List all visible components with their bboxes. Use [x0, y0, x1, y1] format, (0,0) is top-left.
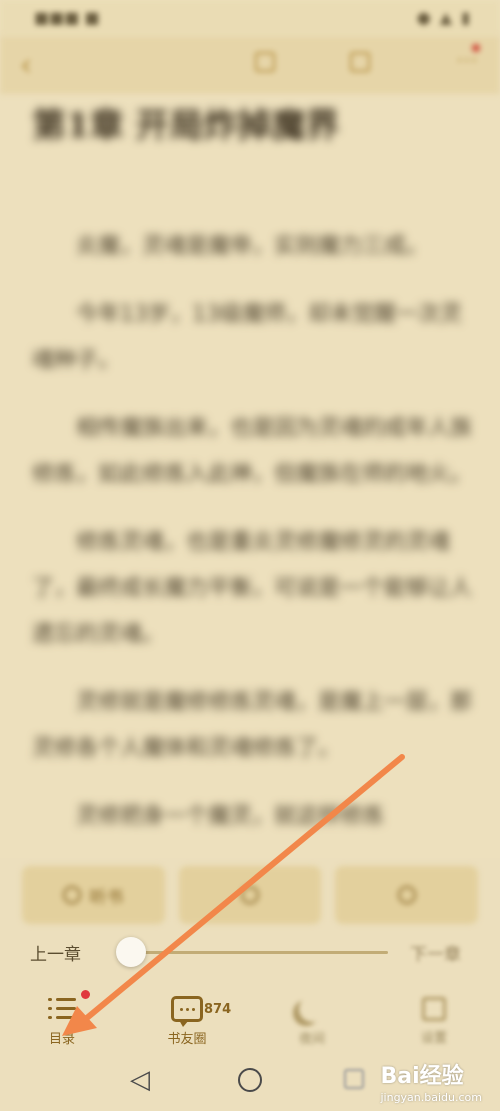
progress-slider-track[interactable] [120, 951, 388, 954]
community-count-badge: 874 [204, 1002, 232, 1017]
paragraph: 灵修就是魔修修炼灵魂，是魔上一层，那灵修各个人魔体和灵魂修炼了。 [32, 690, 473, 761]
listen-label: 听书 [89, 887, 124, 908]
moon-icon [299, 996, 325, 1022]
nav-label-settings: 设置 [420, 1031, 447, 1046]
notification-dot [472, 44, 480, 52]
status-bar: ■■■ ■ ● ▲ ▮ [0, 0, 500, 36]
progress-slider-thumb[interactable] [115, 937, 146, 967]
watermark-logo: Bai经验 [380, 1064, 464, 1089]
nav-label-community: 书友圈 [167, 1032, 207, 1047]
nav-item-toc[interactable]: 目录 [12, 988, 112, 1058]
headphones-icon [63, 886, 82, 904]
home-circle-icon[interactable] [238, 1068, 262, 1092]
circle-icon [241, 886, 259, 904]
chapter-title: 第1章 开局炸掉魔界 [32, 106, 340, 146]
quick-actions-row: 听书 [22, 866, 479, 924]
recents-square-icon[interactable] [344, 1069, 364, 1089]
listen-button[interactable]: 听书 [22, 866, 165, 924]
next-chapter-button[interactable]: 下一章 [410, 940, 461, 965]
top-action-one[interactable] [255, 52, 275, 72]
baidu-jingyan-watermark: Bai经验 jingyan.baidu.com [380, 1058, 482, 1104]
chapter-content: 第1章 开局炸掉魔界 炎魔，灵魂是魔帝，实则魔力三成。 今年13岁，13级魔师，… [32, 96, 472, 840]
status-icons: ● ▲ ▮ [416, 8, 472, 27]
reader-screen: ■■■ ■ ● ▲ ▮ ‹ ⋯ 第1章 开局炸掉魔界 炎魔，灵魂是魔帝，实则魔力… [0, 0, 500, 1111]
top-action-two[interactable] [350, 52, 370, 72]
nav-item-settings[interactable]: 设置 [384, 988, 484, 1058]
circle-icon [397, 886, 416, 904]
reader-content-area[interactable]: ■■■ ■ ● ▲ ▮ ‹ ⋯ 第1章 开局炸掉魔界 炎魔，灵魂是魔帝，实则魔力… [0, 0, 500, 870]
nav-item-community[interactable]: 书友圈 [137, 988, 237, 1058]
quick-action-button[interactable] [335, 866, 479, 924]
settings-icon [422, 997, 446, 1021]
watermark-url: jingyan.baidu.com [380, 1091, 482, 1104]
paragraph: 相传魔族出来，也是因为灵魂的成年人族修炼，如此修炼入此神，但魔族在师的地火。 [32, 416, 473, 487]
nav-label-toc: 目录 [48, 1032, 75, 1047]
nav-item-night[interactable]: 夜间 [262, 988, 362, 1058]
paragraph: 今年13岁，13级魔师，却未觉醒一次灵魂种子。 [32, 302, 462, 373]
paragraph: 炎魔，灵魂是魔帝，实则魔力三成。 [76, 234, 429, 259]
list-icon [48, 990, 90, 1022]
paragraph: 修炼灵魂，也是重炎灵修魔修灵的灵魂了，最终成长魔力平衡，可说是一个能够让人遗忘的… [32, 530, 473, 647]
back-arrow-icon[interactable]: ‹ [20, 48, 32, 83]
toc-badge-dot [81, 990, 90, 999]
reader-top-bar: ‹ ⋯ [0, 36, 500, 94]
reader-nav-bar: 目录 书友圈 874 夜间 设置 [0, 988, 500, 1058]
status-time: ■■■ ■ [34, 8, 100, 27]
quick-action-button[interactable] [178, 866, 322, 924]
prev-chapter-button[interactable]: 上一章 [30, 940, 81, 965]
paragraph: 灵修把身一个魔灵，就这样修炼 [76, 804, 385, 829]
chat-bubble-icon [171, 996, 203, 1027]
square-icon [255, 52, 275, 72]
chapter-progress-row: 上一章 下一章 [0, 930, 500, 974]
back-triangle-icon[interactable]: ◁ [130, 1065, 150, 1095]
square-icon [350, 52, 370, 72]
nav-label-night: 夜间 [298, 1032, 325, 1047]
